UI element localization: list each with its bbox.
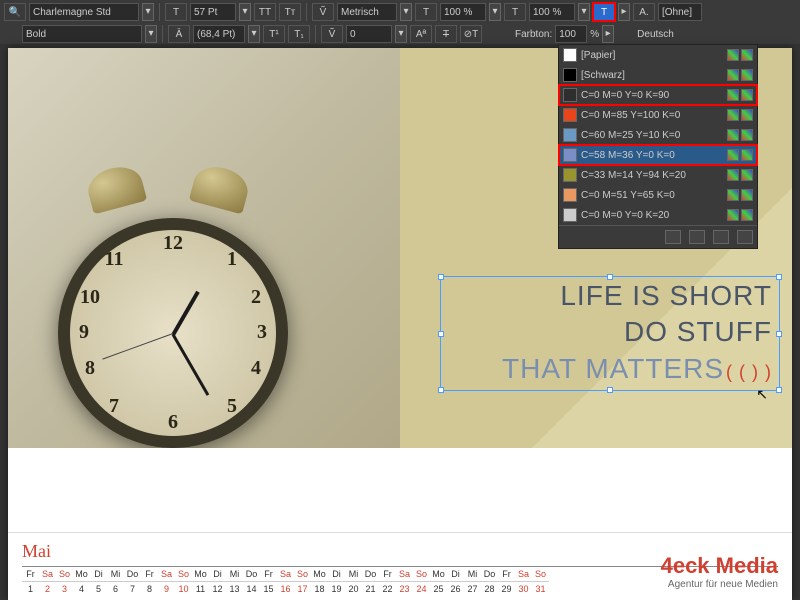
- vscale-field[interactable]: [529, 3, 575, 21]
- day-column: Mi6: [107, 567, 124, 596]
- day-column: Sa30: [515, 567, 532, 596]
- day-column: Do21: [362, 567, 379, 596]
- day-column: Do7: [124, 567, 141, 596]
- sub-icon[interactable]: T₁: [288, 25, 310, 43]
- tint-field[interactable]: [555, 25, 587, 43]
- char-style-icon: A.: [633, 3, 655, 21]
- fill-color-button[interactable]: T: [593, 3, 615, 21]
- fill-color-dd[interactable]: ▸: [618, 3, 630, 21]
- swatch-row[interactable]: C=0 M=51 Y=65 K=0: [559, 185, 757, 205]
- swatch-footer: [559, 225, 757, 248]
- delete-button[interactable]: [737, 230, 753, 244]
- quote-text[interactable]: LIFE IS SHORT DO STUFF THAT MATTERS( ( )…: [452, 278, 772, 387]
- day-column: So10: [175, 567, 192, 596]
- day-column: Mo18: [311, 567, 328, 596]
- font-size-dd[interactable]: ▾: [239, 3, 251, 21]
- clock-image: 12 1 2 3 4 5 6 7 8 9 10 11: [8, 48, 400, 448]
- strike-icon[interactable]: T: [435, 25, 457, 43]
- font-family-field[interactable]: [29, 3, 139, 21]
- font-size-icon: T: [165, 3, 187, 21]
- day-column: Sa2: [39, 567, 56, 596]
- quote-line-2: DO STUFF: [452, 314, 772, 350]
- day-column: Di5: [90, 567, 107, 596]
- tint-label: Farbton:: [515, 29, 552, 40]
- day-column: Sa9: [158, 567, 175, 596]
- tracking-field[interactable]: [346, 25, 392, 43]
- search-icon[interactable]: 🔍: [4, 3, 26, 21]
- swatch-row[interactable]: C=0 M=0 Y=0 K=20: [559, 205, 757, 225]
- nobreak-icon[interactable]: ⊘T: [460, 25, 482, 43]
- day-column: So24: [413, 567, 430, 596]
- day-column: Mi27: [464, 567, 481, 596]
- char-style-field[interactable]: [658, 3, 702, 21]
- day-column: Mo25: [430, 567, 447, 596]
- quote-line-3: THAT MATTERS: [502, 353, 724, 384]
- cursor-icon: ↖: [756, 386, 768, 403]
- day-column: Di12: [209, 567, 226, 596]
- swatches-panel: [Papier][Schwarz]C=0 M=0 Y=0 K=90C=0 M=8…: [558, 44, 758, 249]
- day-column: Fr15: [260, 567, 277, 596]
- hscale-field[interactable]: [440, 3, 486, 21]
- swatch-row[interactable]: C=60 M=25 Y=10 K=0: [559, 125, 757, 145]
- day-column: Do14: [243, 567, 260, 596]
- day-column: Di26: [447, 567, 464, 596]
- day-column: Fr8: [141, 567, 158, 596]
- font-family-dropdown[interactable]: ▾: [142, 3, 154, 21]
- day-column: Do28: [481, 567, 498, 596]
- language-label[interactable]: Deutsch: [637, 29, 674, 40]
- day-column: Fr29: [498, 567, 515, 596]
- control-panel: 🔍 ▾ T ▾ TT Tᴛ Ṽ ▾ T ▾ T ▾ T ▸ A. ▾ Ā ▾ T…: [0, 0, 800, 44]
- swatch-row[interactable]: C=0 M=85 Y=100 K=0: [559, 105, 757, 125]
- day-column: So3: [56, 567, 73, 596]
- font-style-field[interactable]: [22, 25, 142, 43]
- day-column: Mi20: [345, 567, 362, 596]
- swatch-row[interactable]: C=58 M=36 Y=0 K=0: [559, 145, 757, 165]
- day-column: So31: [532, 567, 549, 596]
- tracking-icon: Ṽ: [321, 25, 343, 43]
- kerning-dd[interactable]: ▾: [400, 3, 412, 21]
- kerning-icon: Ṽ: [312, 3, 334, 21]
- day-column: Di19: [328, 567, 345, 596]
- leading-field[interactable]: [193, 25, 245, 43]
- new-swatch-button[interactable]: [665, 230, 681, 244]
- day-column: Sa23: [396, 567, 413, 596]
- day-column: Mo4: [73, 567, 90, 596]
- format-button[interactable]: [713, 230, 729, 244]
- brand-tagline: Agentur für neue Medien: [661, 579, 778, 590]
- smallcaps-icon[interactable]: Tᴛ: [279, 3, 301, 21]
- day-column: Sa16: [277, 567, 294, 596]
- swatch-row[interactable]: [Schwarz]: [559, 65, 757, 85]
- overset-icon: ( ( ) ): [726, 362, 772, 382]
- hscale-icon: T: [415, 3, 437, 21]
- day-column: Fr22: [379, 567, 396, 596]
- swatch-row[interactable]: C=0 M=0 Y=0 K=90: [559, 85, 757, 105]
- day-column: So17: [294, 567, 311, 596]
- tt-icon[interactable]: TT: [254, 3, 276, 21]
- quote-line-1: LIFE IS SHORT: [452, 278, 772, 314]
- swatch-row[interactable]: C=33 M=14 Y=94 K=20: [559, 165, 757, 185]
- font-size-field[interactable]: [190, 3, 236, 21]
- vscale-icon: T: [504, 3, 526, 21]
- brand-name: 4eck Media: [661, 553, 778, 579]
- calendar-bar: Mai Fr1Sa2So3Mo4Di5Mi6Do7Fr8Sa9So10Mo11D…: [8, 532, 792, 600]
- tint-unit: %: [590, 29, 599, 40]
- leading-icon: Ā: [168, 25, 190, 43]
- swatch-row[interactable]: [Papier]: [559, 45, 757, 65]
- kerning-mode-field[interactable]: [337, 3, 397, 21]
- day-column: Mi13: [226, 567, 243, 596]
- super-icon[interactable]: T¹: [263, 25, 285, 43]
- baseline-icon[interactable]: Aª: [410, 25, 432, 43]
- new-folder-button[interactable]: [689, 230, 705, 244]
- day-column: Fr1: [22, 567, 39, 596]
- day-column: Mo11: [192, 567, 209, 596]
